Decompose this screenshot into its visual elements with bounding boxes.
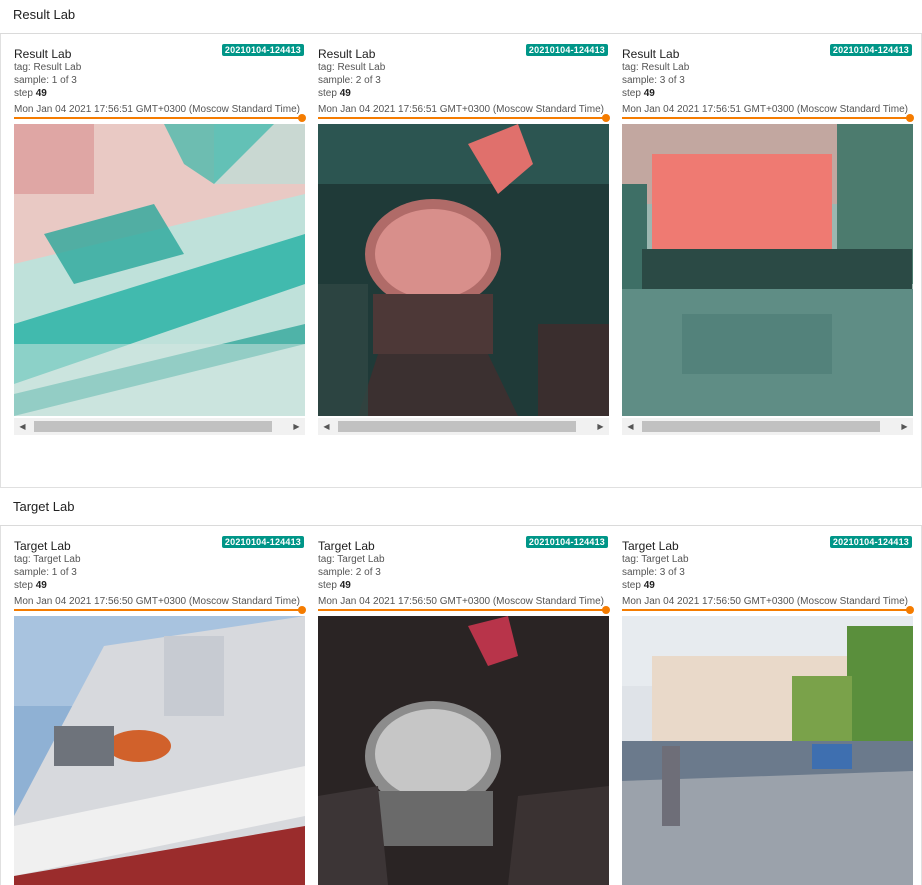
sample-label: sample: 1 of 3	[14, 75, 77, 86]
section-header[interactable]: Target Lab	[0, 492, 922, 526]
sample-image	[622, 616, 913, 885]
sample-label: sample: 3 of 3	[622, 75, 685, 86]
image-scrollbar[interactable]: ◀ ▶	[318, 418, 609, 435]
scrollbar-thumb[interactable]	[34, 421, 272, 432]
image-scrollbar[interactable]: ◀ ▶	[622, 418, 913, 435]
step-slider[interactable]	[14, 114, 306, 122]
slider-knob[interactable]	[906, 606, 914, 614]
run-badge: 20210104-124413	[221, 536, 304, 548]
timestamp: Mon Jan 04 2021 17:56:51 GMT+0300 (Mosco…	[318, 104, 604, 115]
slider-knob[interactable]	[298, 606, 306, 614]
step-label: step 49	[318, 580, 351, 591]
timestamp: Mon Jan 04 2021 17:56:51 GMT+0300 (Mosco…	[622, 104, 908, 115]
run-badge: 20210104-124413	[221, 44, 304, 56]
sample-image	[318, 616, 609, 885]
sample-image	[318, 124, 609, 416]
section-target-lab: Target Lab Target Lab 20210104-124413 ta…	[0, 492, 922, 885]
step-label: step 49	[318, 88, 351, 99]
step-slider[interactable]	[318, 606, 610, 614]
sample-image	[14, 124, 305, 416]
tag-label: tag: Target Lab	[318, 554, 385, 565]
run-badge: 20210104-124413	[525, 44, 608, 56]
chevron-left-icon[interactable]: ◀	[622, 418, 639, 435]
section-title: Target Lab	[13, 499, 75, 514]
image-card: Target Lab 20210104-124413 tag: Target L…	[14, 536, 306, 885]
sample-label: sample: 1 of 3	[14, 567, 77, 578]
card-title: Result Lab	[622, 47, 680, 61]
tag-label: tag: Target Lab	[14, 554, 81, 565]
section-body: Result Lab 20210104-124413 tag: Result L…	[0, 34, 922, 488]
timestamp: Mon Jan 04 2021 17:56:50 GMT+0300 (Mosco…	[14, 596, 300, 607]
tag-label: tag: Result Lab	[622, 62, 690, 73]
card-title: Result Lab	[14, 47, 72, 61]
step-label: step 49	[622, 580, 655, 591]
timestamp: Mon Jan 04 2021 17:56:50 GMT+0300 (Mosco…	[622, 596, 908, 607]
step-slider[interactable]	[318, 114, 610, 122]
step-slider[interactable]	[14, 606, 306, 614]
chevron-right-icon[interactable]: ▶	[288, 418, 305, 435]
slider-knob[interactable]	[602, 606, 610, 614]
card-title: Result Lab	[318, 47, 376, 61]
sample-image	[14, 616, 305, 885]
step-label: step 49	[622, 88, 655, 99]
sample-label: sample: 2 of 3	[318, 567, 381, 578]
run-badge: 20210104-124413	[829, 44, 912, 56]
slider-knob[interactable]	[298, 114, 306, 122]
card-title: Target Lab	[622, 539, 679, 553]
card-title: Target Lab	[14, 539, 71, 553]
tag-label: tag: Target Lab	[622, 554, 689, 565]
image-card: Result Lab 20210104-124413 tag: Result L…	[14, 44, 306, 457]
step-slider[interactable]	[622, 606, 914, 614]
timestamp: Mon Jan 04 2021 17:56:51 GMT+0300 (Mosco…	[14, 104, 300, 115]
image-card: Result Lab 20210104-124413 tag: Result L…	[622, 44, 914, 457]
scrollbar-thumb[interactable]	[642, 421, 880, 432]
chevron-left-icon[interactable]: ◀	[318, 418, 335, 435]
scrollbar-thumb[interactable]	[338, 421, 576, 432]
sample-image	[622, 124, 913, 416]
image-scrollbar[interactable]: ◀ ▶	[14, 418, 305, 435]
section-header[interactable]: Result Lab	[0, 0, 922, 34]
section-body: Target Lab 20210104-124413 tag: Target L…	[0, 526, 922, 885]
chevron-right-icon[interactable]: ▶	[896, 418, 913, 435]
slider-knob[interactable]	[906, 114, 914, 122]
tag-label: tag: Result Lab	[14, 62, 82, 73]
slider-knob[interactable]	[602, 114, 610, 122]
tag-label: tag: Result Lab	[318, 62, 386, 73]
step-label: step 49	[14, 580, 47, 591]
chevron-left-icon[interactable]: ◀	[14, 418, 31, 435]
chevron-right-icon[interactable]: ▶	[592, 418, 609, 435]
step-label: step 49	[14, 88, 47, 99]
card-title: Target Lab	[318, 539, 375, 553]
section-title: Result Lab	[13, 7, 76, 22]
step-slider[interactable]	[622, 114, 914, 122]
section-result-lab: Result Lab Result Lab 20210104-124413 ta…	[0, 0, 922, 488]
run-badge: 20210104-124413	[525, 536, 608, 548]
run-badge: 20210104-124413	[829, 536, 912, 548]
image-card: Target Lab 20210104-124413 tag: Target L…	[622, 536, 914, 885]
sample-label: sample: 2 of 3	[318, 75, 381, 86]
image-card: Target Lab 20210104-124413 tag: Target L…	[318, 536, 610, 885]
timestamp: Mon Jan 04 2021 17:56:50 GMT+0300 (Mosco…	[318, 596, 604, 607]
sample-label: sample: 3 of 3	[622, 567, 685, 578]
image-card: Result Lab 20210104-124413 tag: Result L…	[318, 44, 610, 457]
